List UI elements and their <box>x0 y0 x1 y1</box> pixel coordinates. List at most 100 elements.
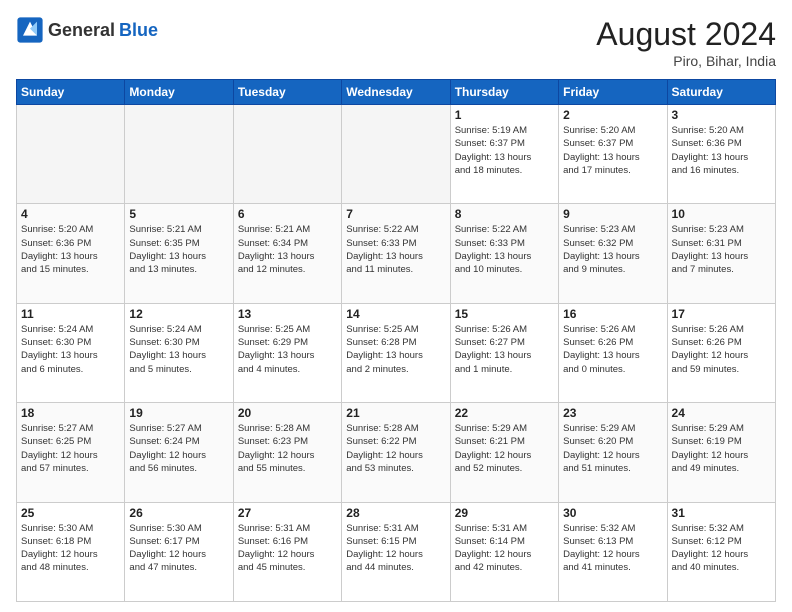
day-info: Sunrise: 5:31 AM Sunset: 6:15 PM Dayligh… <box>346 522 445 575</box>
calendar: Sunday Monday Tuesday Wednesday Thursday… <box>16 79 776 602</box>
day-info: Sunrise: 5:27 AM Sunset: 6:24 PM Dayligh… <box>129 422 228 475</box>
day-info: Sunrise: 5:26 AM Sunset: 6:26 PM Dayligh… <box>563 323 662 376</box>
table-row: 31Sunrise: 5:32 AM Sunset: 6:12 PM Dayli… <box>667 502 775 601</box>
day-info: Sunrise: 5:20 AM Sunset: 6:36 PM Dayligh… <box>672 124 771 177</box>
day-info: Sunrise: 5:29 AM Sunset: 6:21 PM Dayligh… <box>455 422 554 475</box>
day-info: Sunrise: 5:28 AM Sunset: 6:23 PM Dayligh… <box>238 422 337 475</box>
table-row: 6 Sunrise: 5:21 AM Sunset: 6:34 PM Daylig… <box>233 204 341 303</box>
day-info: Sunrise: 5:23 AM Sunset: 6:31 PM Dayligh… <box>672 223 771 276</box>
day-info: Sunrise: 5:31 AM Sunset: 6:14 PM Dayligh… <box>455 522 554 575</box>
table-row: 24 Sunrise: 5:29 AM Sunset: 6:19 PM Dayli… <box>667 403 775 502</box>
day-number: 27 <box>238 506 337 520</box>
day-info: Sunrise: 5:19 AM Sunset: 6:37 PM Dayligh… <box>455 124 554 177</box>
table-row <box>17 105 125 204</box>
table-row: 26Sunrise: 5:30 AM Sunset: 6:17 PM Dayli… <box>125 502 233 601</box>
table-row: 21 Sunrise: 5:28 AM Sunset: 6:22 PM Dayli… <box>342 403 450 502</box>
table-row: 22 Sunrise: 5:29 AM Sunset: 6:21 PM Dayli… <box>450 403 558 502</box>
table-row: 16 Sunrise: 5:26 AM Sunset: 6:26 PM Dayli… <box>559 303 667 402</box>
col-tuesday: Tuesday <box>233 80 341 105</box>
day-number: 15 <box>455 307 554 321</box>
day-info: Sunrise: 5:25 AM Sunset: 6:29 PM Dayligh… <box>238 323 337 376</box>
day-number: 24 <box>672 406 771 420</box>
table-row: 3 Sunrise: 5:20 AM Sunset: 6:36 PM Daylig… <box>667 105 775 204</box>
table-row: 15Sunrise: 5:26 AM Sunset: 6:27 PM Dayli… <box>450 303 558 402</box>
location: Piro, Bihar, India <box>596 53 776 69</box>
table-row <box>342 105 450 204</box>
day-info: Sunrise: 5:24 AM Sunset: 6:30 PM Dayligh… <box>21 323 120 376</box>
calendar-week-0: 1 Sunrise: 5:19 AM Sunset: 6:37 PM Daylig… <box>17 105 776 204</box>
day-number: 28 <box>346 506 445 520</box>
day-number: 14 <box>346 307 445 321</box>
day-info: Sunrise: 5:29 AM Sunset: 6:19 PM Dayligh… <box>672 422 771 475</box>
calendar-body: 1 Sunrise: 5:19 AM Sunset: 6:37 PM Daylig… <box>17 105 776 602</box>
day-number: 13 <box>238 307 337 321</box>
day-number: 17 <box>672 307 771 321</box>
table-row: 20 Sunrise: 5:28 AM Sunset: 6:23 PM Dayli… <box>233 403 341 502</box>
table-row: 5Sunrise: 5:21 AM Sunset: 6:35 PM Daylig… <box>125 204 233 303</box>
day-info: Sunrise: 5:25 AM Sunset: 6:28 PM Dayligh… <box>346 323 445 376</box>
logo-blue-text: Blue <box>119 20 158 41</box>
day-number: 3 <box>672 108 771 122</box>
day-number: 4 <box>21 207 120 221</box>
col-wednesday: Wednesday <box>342 80 450 105</box>
col-sunday: Sunday <box>17 80 125 105</box>
table-row: 14 Sunrise: 5:25 AM Sunset: 6:28 PM Dayli… <box>342 303 450 402</box>
table-row: 9 Sunrise: 5:23 AM Sunset: 6:32 PM Daylig… <box>559 204 667 303</box>
table-row: 12 Sunrise: 5:24 AM Sunset: 6:30 PM Dayli… <box>125 303 233 402</box>
table-row: 8 Sunrise: 5:22 AM Sunset: 6:33 PM Daylig… <box>450 204 558 303</box>
day-number: 30 <box>563 506 662 520</box>
table-row: 28 Sunrise: 5:31 AM Sunset: 6:15 PM Dayli… <box>342 502 450 601</box>
day-number: 12 <box>129 307 228 321</box>
day-info: Sunrise: 5:28 AM Sunset: 6:22 PM Dayligh… <box>346 422 445 475</box>
table-row: 7Sunrise: 5:22 AM Sunset: 6:33 PM Daylig… <box>342 204 450 303</box>
day-number: 19 <box>129 406 228 420</box>
calendar-week-1: 4Sunrise: 5:20 AM Sunset: 6:36 PM Daylig… <box>17 204 776 303</box>
table-row: 10Sunrise: 5:23 AM Sunset: 6:31 PM Dayli… <box>667 204 775 303</box>
day-number: 9 <box>563 207 662 221</box>
day-info: Sunrise: 5:23 AM Sunset: 6:32 PM Dayligh… <box>563 223 662 276</box>
col-saturday: Saturday <box>667 80 775 105</box>
table-row: 25Sunrise: 5:30 AM Sunset: 6:18 PM Dayli… <box>17 502 125 601</box>
day-info: Sunrise: 5:24 AM Sunset: 6:30 PM Dayligh… <box>129 323 228 376</box>
month-year: August 2024 <box>596 16 776 53</box>
day-number: 20 <box>238 406 337 420</box>
day-info: Sunrise: 5:22 AM Sunset: 6:33 PM Dayligh… <box>455 223 554 276</box>
page: GeneralBlue August 2024 Piro, Bihar, Ind… <box>0 0 792 612</box>
table-row: 13 Sunrise: 5:25 AM Sunset: 6:29 PM Dayli… <box>233 303 341 402</box>
table-row <box>125 105 233 204</box>
table-row: 1 Sunrise: 5:19 AM Sunset: 6:37 PM Daylig… <box>450 105 558 204</box>
day-number: 23 <box>563 406 662 420</box>
table-row: 27 Sunrise: 5:31 AM Sunset: 6:16 PM Dayli… <box>233 502 341 601</box>
day-info: Sunrise: 5:30 AM Sunset: 6:17 PM Dayligh… <box>129 522 228 575</box>
table-row: 29 Sunrise: 5:31 AM Sunset: 6:14 PM Dayli… <box>450 502 558 601</box>
day-info: Sunrise: 5:21 AM Sunset: 6:34 PM Dayligh… <box>238 223 337 276</box>
day-info: Sunrise: 5:20 AM Sunset: 6:37 PM Dayligh… <box>563 124 662 177</box>
logo-area: GeneralBlue <box>16 16 158 44</box>
day-number: 16 <box>563 307 662 321</box>
day-info: Sunrise: 5:31 AM Sunset: 6:16 PM Dayligh… <box>238 522 337 575</box>
day-number: 6 <box>238 207 337 221</box>
day-info: Sunrise: 5:27 AM Sunset: 6:25 PM Dayligh… <box>21 422 120 475</box>
header: GeneralBlue August 2024 Piro, Bihar, Ind… <box>16 16 776 69</box>
calendar-week-3: 18Sunrise: 5:27 AM Sunset: 6:25 PM Dayli… <box>17 403 776 502</box>
table-row: 2Sunrise: 5:20 AM Sunset: 6:37 PM Daylig… <box>559 105 667 204</box>
day-number: 8 <box>455 207 554 221</box>
day-number: 31 <box>672 506 771 520</box>
day-number: 11 <box>21 307 120 321</box>
table-row: 4Sunrise: 5:20 AM Sunset: 6:36 PM Daylig… <box>17 204 125 303</box>
day-number: 1 <box>455 108 554 122</box>
day-number: 25 <box>21 506 120 520</box>
col-thursday: Thursday <box>450 80 558 105</box>
day-info: Sunrise: 5:32 AM Sunset: 6:13 PM Dayligh… <box>563 522 662 575</box>
table-row: 18Sunrise: 5:27 AM Sunset: 6:25 PM Dayli… <box>17 403 125 502</box>
table-row <box>233 105 341 204</box>
day-info: Sunrise: 5:21 AM Sunset: 6:35 PM Dayligh… <box>129 223 228 276</box>
table-row: 17Sunrise: 5:26 AM Sunset: 6:26 PM Dayli… <box>667 303 775 402</box>
day-number: 29 <box>455 506 554 520</box>
day-number: 21 <box>346 406 445 420</box>
day-number: 22 <box>455 406 554 420</box>
table-row: 11 Sunrise: 5:24 AM Sunset: 6:30 PM Dayli… <box>17 303 125 402</box>
table-row: 30 Sunrise: 5:32 AM Sunset: 6:13 PM Dayli… <box>559 502 667 601</box>
table-row: 19 Sunrise: 5:27 AM Sunset: 6:24 PM Dayli… <box>125 403 233 502</box>
logo-general: General <box>48 20 115 41</box>
